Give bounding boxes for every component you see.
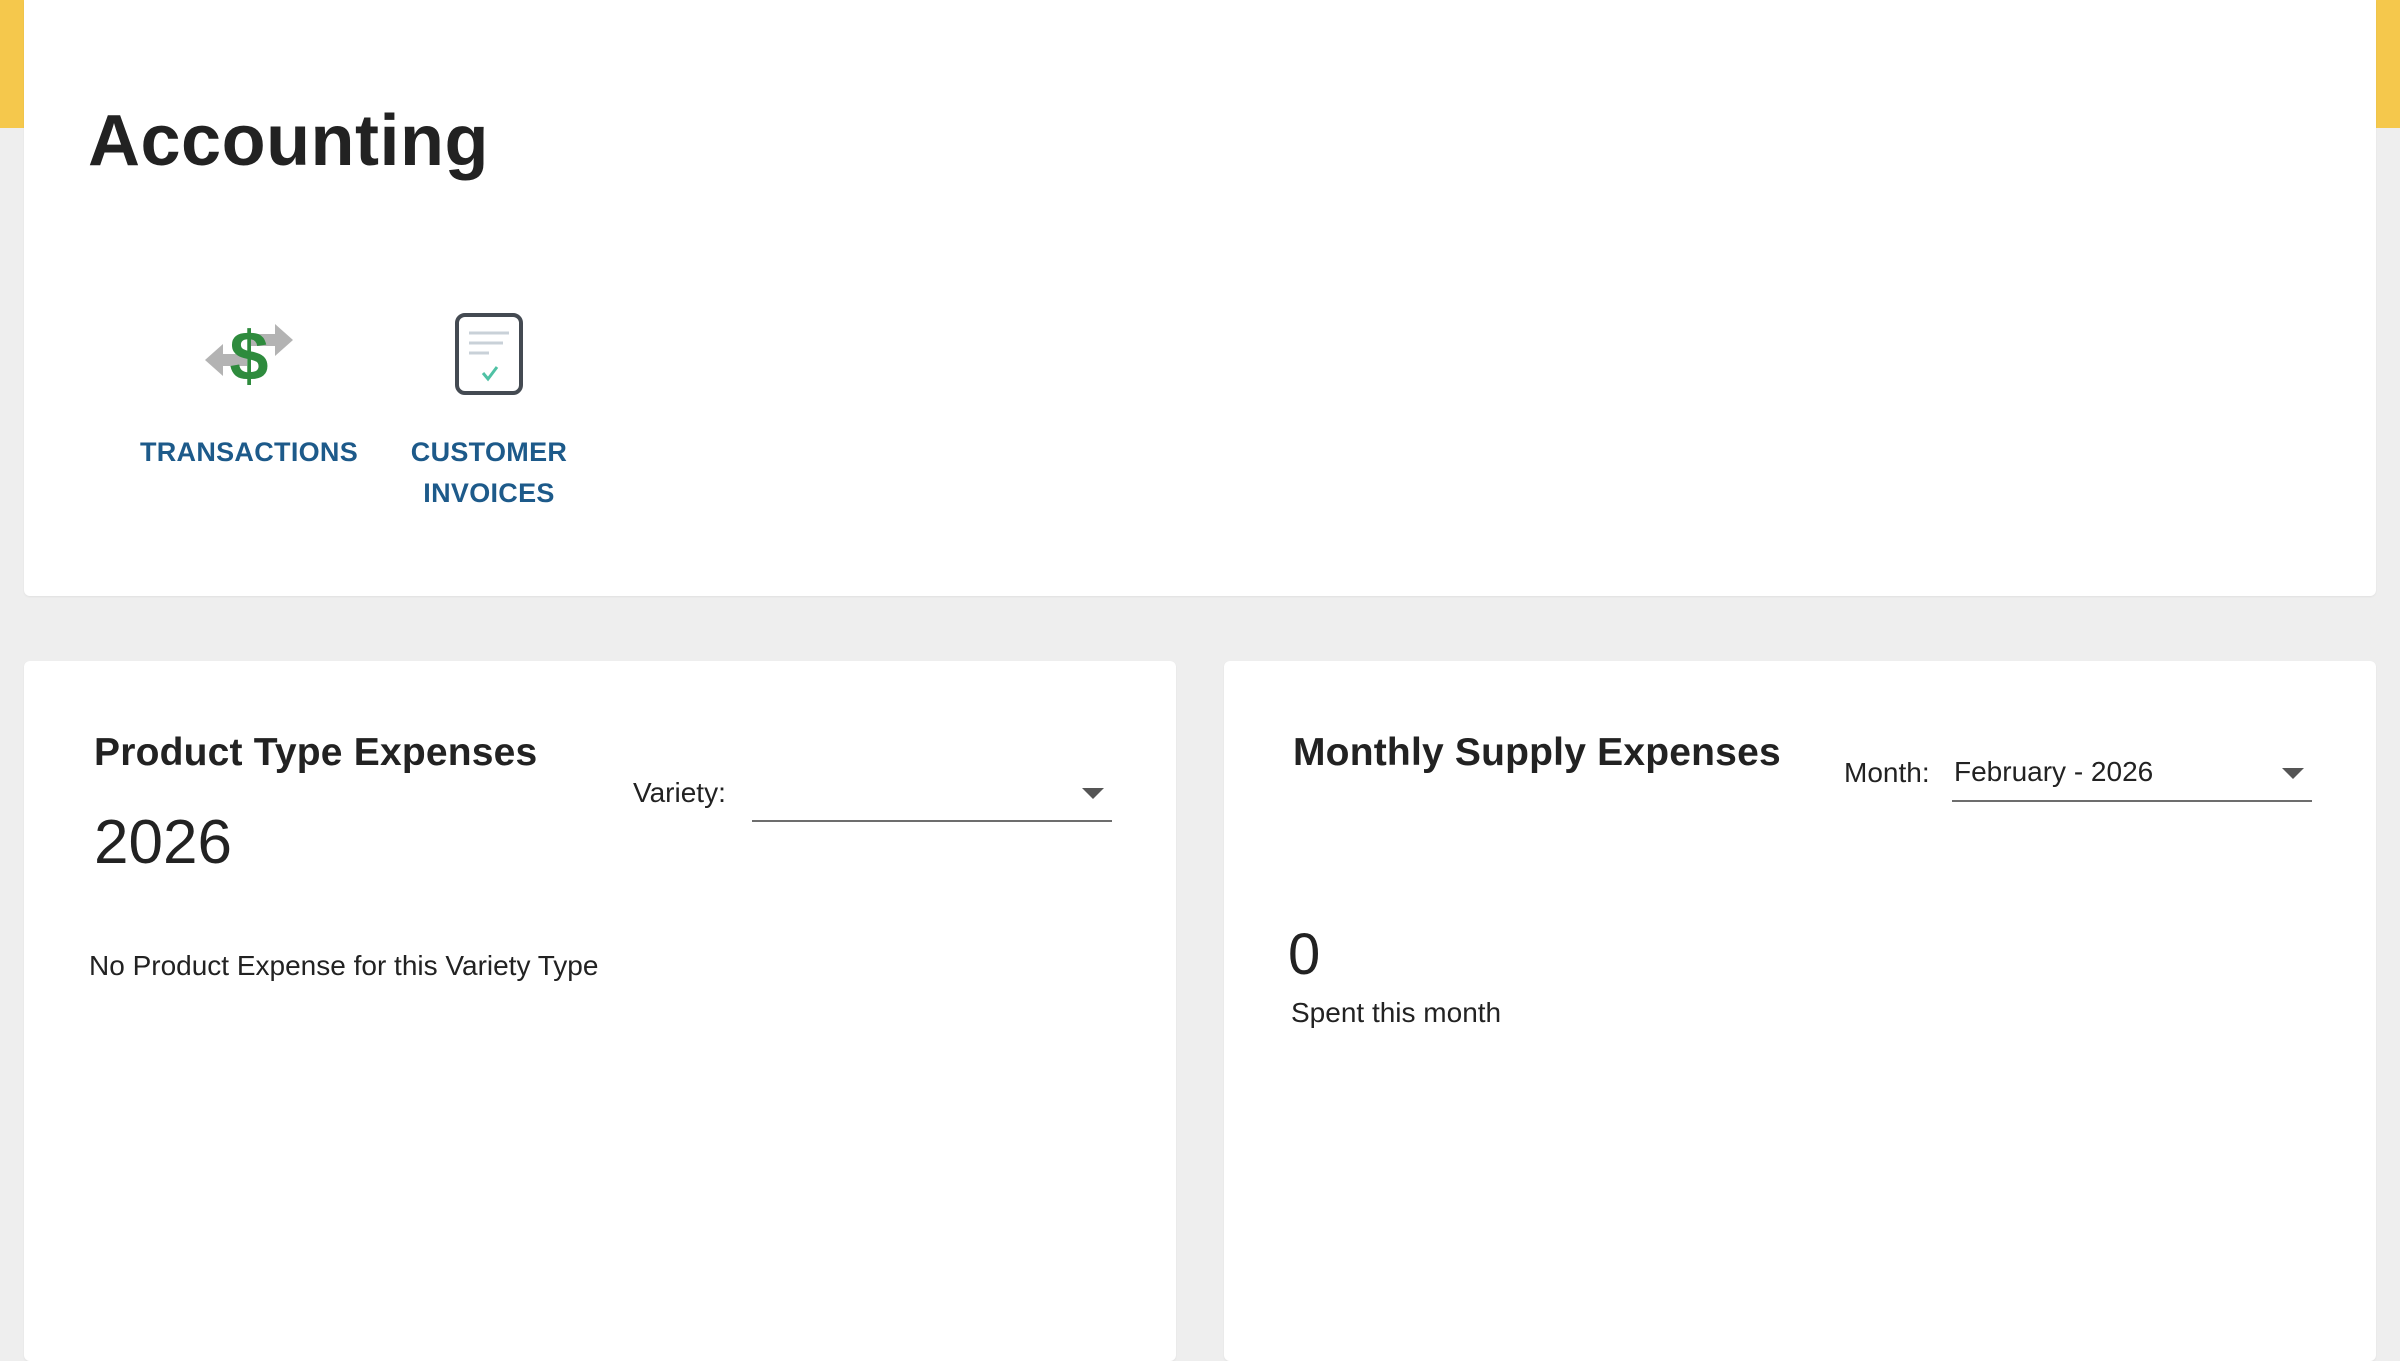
accounting-header-card: Accounting $ TRANSACTIONS CUSTOMER INVOI… [24,0,2376,596]
chevron-down-icon [1082,788,1104,799]
customer-invoices-shortcut[interactable]: CUSTOMER INVOICES [384,306,594,514]
empty-product-expense-message: No Product Expense for this Variety Type [89,950,599,981]
transactions-shortcut[interactable]: $ TRANSACTIONS [119,306,379,473]
page-title: Accounting [88,101,489,181]
variety-label: Variety: [633,777,726,808]
transactions-label: TRANSACTIONS [139,437,359,467]
month-select[interactable]: February - 2026 [1952,752,2312,802]
month-select-value: February - 2026 [1954,756,2154,787]
product-expenses-year: 2026 [94,808,232,877]
svg-text:$: $ [230,317,269,394]
variety-select[interactable] [752,772,1112,822]
month-label: Month: [1844,757,1930,788]
invoice-icon [441,306,537,402]
monthly-supply-expenses-card: Monthly Supply Expenses Month: February … [1224,661,2376,1361]
product-expenses-title: Product Type Expenses [94,731,538,774]
supply-expenses-title: Monthly Supply Expenses [1293,731,1781,774]
spent-label: Spent this month [1291,997,1502,1028]
chevron-down-icon [2282,768,2304,779]
product-type-expenses-card: Product Type Expenses 2026 Variety: No P… [24,661,1176,1361]
spent-amount: 0 [1288,922,1321,987]
customer-invoices-label: CUSTOMER INVOICES [410,437,568,508]
dollar-exchange-icon: $ [201,306,297,402]
